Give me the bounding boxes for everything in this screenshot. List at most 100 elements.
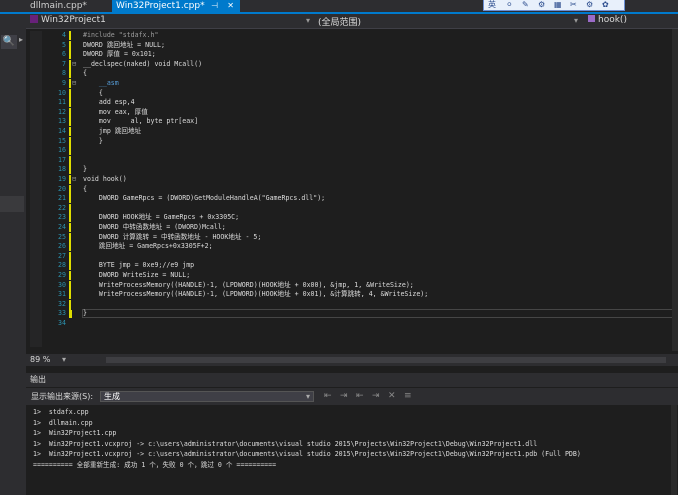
tab-win32project1[interactable]: Win32Project1.cpp* ⊣ ✕ [112, 0, 240, 12]
code-line[interactable]: 21 DWORD GameRpcs = (DWORD)GetModuleHand… [26, 194, 676, 204]
fold-toggle-icon[interactable]: ⊟ [72, 175, 76, 184]
code-line[interactable]: 25 DWORD 计算跳转 = 中转函数地址 - HOOK地址 - 5; [26, 232, 676, 242]
code-text: DWORD GameRpcs = (DWORD)GetModuleHandleA… [83, 194, 326, 203]
close-icon[interactable]: ✕ [227, 0, 234, 12]
code-line[interactable]: 16 [26, 146, 676, 156]
line-number: 18 [58, 165, 66, 174]
code-line[interactable]: 13 mov al, byte ptr[eax] [26, 117, 676, 127]
ime-language-icon[interactable]: 英 [488, 0, 496, 10]
code-text: WriteProcessMemory((HANDLE)-1, (LPDWORD)… [83, 290, 429, 299]
output-line: 1> Win32Project1.vcxproj -> c:\users\adm… [33, 450, 581, 458]
function-dropdown[interactable]: hook() [588, 15, 627, 25]
tab-dllmain[interactable]: dllmain.cpp* [26, 0, 91, 12]
project-dropdown[interactable]: Win32Project1 [30, 15, 106, 25]
output-source-value: 生成 [104, 392, 120, 401]
line-number: 14 [58, 127, 66, 135]
code-line[interactable]: 27 [26, 251, 676, 261]
ime-pen-icon[interactable]: ✎ [522, 0, 529, 10]
code-line[interactable]: 4 #include "stdafx.h" [26, 31, 676, 40]
output-line: 1> dllmain.cpp [33, 418, 93, 427]
output-source-select[interactable]: 生成 ▾ [100, 391, 314, 402]
clear-all-icon[interactable]: ✕ [388, 388, 396, 405]
change-marker [69, 290, 71, 300]
code-line[interactable]: 20 { [26, 184, 676, 194]
find-next-icon[interactable]: ⇥ [372, 388, 380, 405]
line-number: 33 [58, 309, 66, 318]
code-line[interactable]: 19 ⊟ void hook() [26, 175, 676, 184]
code-text: { [83, 88, 103, 97]
chevron-down-icon[interactable]: ▾ [306, 16, 310, 25]
code-line[interactable]: 33} [26, 309, 676, 319]
change-marker [69, 261, 71, 271]
code-text: DWORD HOOK地址 = GameRpcs + 0x3305C; [83, 213, 240, 222]
code-line[interactable]: 32 [26, 299, 676, 309]
code-line[interactable]: 15 } [26, 136, 676, 146]
ime-gear-icon[interactable]: ⚙ [586, 0, 593, 10]
prev-message-icon[interactable]: ⇤ [324, 388, 332, 405]
code-line[interactable]: 24 DWORD 中转函数地址 = (DWORD)Mcall; [26, 223, 676, 232]
code-editor[interactable]: 4 #include "stdafx.h" 5 DWORD 跳回地址 = NULL; 6… [26, 29, 678, 351]
function-icon [588, 15, 595, 22]
code-text: mov al, byte ptr[eax] [83, 117, 199, 126]
line-number: 20 [58, 184, 66, 193]
word-wrap-icon[interactable]: ≡ [404, 388, 412, 405]
code-line[interactable]: 5 DWORD 跳回地址 = NULL; [26, 40, 676, 50]
code-line[interactable]: 11 add esp,4 [26, 98, 676, 108]
code-line[interactable]: 8{ [26, 69, 676, 79]
output-panel[interactable]: 1> stdafx.cpp 1> dllmain.cpp 1> Win32Proje… [26, 405, 678, 495]
pin-icon[interactable]: ⊣ [211, 0, 218, 12]
change-marker [69, 309, 71, 319]
editor-horizontal-scrollbar[interactable] [106, 357, 666, 363]
left-panel-tab[interactable] [0, 196, 24, 212]
line-number: 26 [58, 242, 66, 251]
code-line[interactable]: 31 WriteProcessMemory((HANDLE)-1, (LPDWO… [26, 290, 676, 300]
code-line[interactable]: 29 DWORD WriteSize = NULL; [26, 271, 676, 280]
code-text: DWORD 中转函数地址 = (DWORD)Mcall; [83, 223, 226, 231]
fold-toggle-icon[interactable]: ⊟ [72, 60, 76, 69]
chevron-down-icon[interactable]: ▾ [62, 354, 66, 366]
chevron-down-icon[interactable]: ▾ [574, 16, 578, 25]
line-number: 11 [58, 98, 66, 107]
code-line[interactable]: 6 DWORD 厚值 = 0x101; [26, 50, 676, 60]
code-line[interactable]: 18} [26, 165, 676, 175]
line-number: 31 [58, 290, 66, 299]
ime-scissors-icon[interactable]: ✂ [570, 0, 577, 10]
code-line[interactable]: 30 WriteProcessMemory((HANDLE)-1, (LPDWO… [26, 280, 676, 290]
code-line[interactable]: 9 ⊟ __asm [26, 79, 676, 88]
code-line[interactable]: 23 DWORD HOOK地址 = GameRpcs + 0x3305C; [26, 213, 676, 223]
code-line[interactable]: 22 [26, 203, 676, 213]
code-line[interactable]: 12 mov eax, 厚值 [26, 107, 676, 117]
code-text: } [83, 165, 87, 174]
find-prev-icon[interactable]: ⇤ [356, 388, 364, 405]
code-line[interactable]: 26 跳回地址 = GameRpcs+0x3305F+2; [26, 242, 676, 252]
ime-floating-toolbar[interactable]: 英 ⚪ ✎ ⚙ ▦ ✂ ⚙ ✿ [483, 0, 625, 11]
code-line[interactable]: 7 ⊟ __declspec(naked) void Mcall() [26, 59, 676, 69]
zoom-level[interactable]: 89 % [30, 354, 50, 366]
expand-arrow-icon[interactable]: ▸ [19, 35, 23, 44]
ime-punct-icon[interactable]: ⚪ [506, 0, 513, 10]
ime-settings-icon[interactable]: ⚙ [538, 0, 545, 10]
change-marker [69, 184, 71, 194]
ime-skin-icon[interactable]: ✿ [602, 0, 609, 10]
output-vertical-scrollbar[interactable] [671, 405, 677, 495]
change-marker [69, 242, 71, 252]
fold-toggle-icon[interactable]: ⊟ [72, 79, 76, 88]
line-number: 21 [58, 194, 66, 203]
code-text: #include "stdafx.h" [83, 31, 159, 39]
next-message-icon[interactable]: ⇥ [340, 388, 348, 405]
line-number: 32 [58, 299, 66, 308]
code-line[interactable]: 10 { [26, 88, 676, 98]
line-number: 24 [58, 223, 66, 231]
change-marker [69, 136, 71, 146]
line-number: 15 [58, 136, 66, 145]
scope-dropdown[interactable]: (全局范围) [318, 15, 361, 28]
editor-vertical-scrollbar[interactable] [672, 29, 678, 351]
code-line[interactable]: 28 BYTE jmp = 0xe9;//e9 jmp [26, 261, 676, 271]
code-line[interactable]: 14 jmp 跳回地址 [26, 127, 676, 136]
ime-keyboard-icon[interactable]: ▦ [554, 0, 562, 10]
search-icon[interactable]: 🔍 [1, 35, 17, 49]
code-line[interactable]: 17 [26, 155, 676, 165]
line-number: 23 [58, 213, 66, 222]
change-marker [69, 107, 71, 117]
code-line[interactable]: 34 [26, 319, 676, 328]
